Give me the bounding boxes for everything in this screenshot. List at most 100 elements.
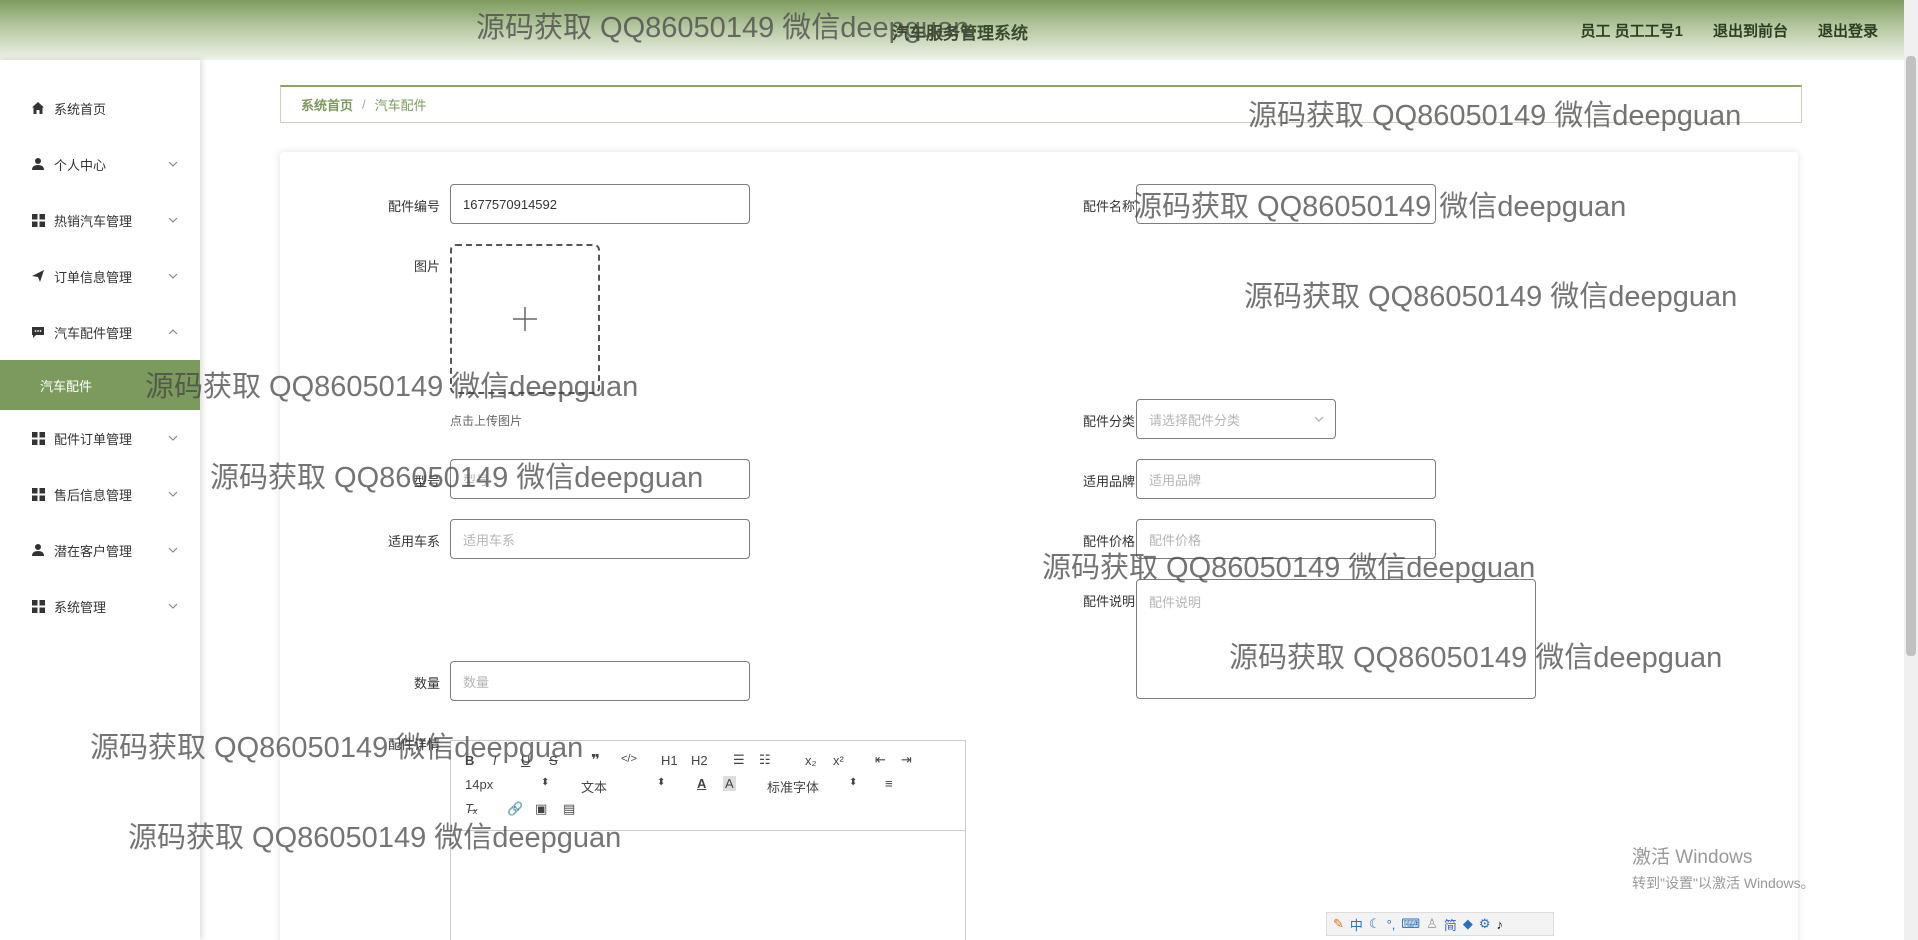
user-icon <box>30 156 46 172</box>
series-input[interactable]: 适用车系 <box>450 519 750 559</box>
sidebar-item-parts-mgmt[interactable]: 汽车配件管理 <box>0 304 200 360</box>
brand-label: 适用品牌 <box>1082 474 1135 489</box>
windows-activation-title: 激活 Windows <box>1632 847 1753 868</box>
chevron-down-icon <box>168 161 178 167</box>
keyboard-icon[interactable]: ⌨ <box>1401 916 1420 932</box>
price-label: 配件价格 <box>1082 534 1135 549</box>
underline-icon[interactable]: U <box>521 753 530 768</box>
link-icon[interactable]: 🔗 <box>507 801 523 817</box>
sidebar-subitem-parts[interactable]: 汽车配件 <box>0 360 200 410</box>
category-select[interactable]: 请选择配件分类 <box>1136 399 1336 439</box>
system-title: 汽车服务管理系统 <box>892 24 1028 43</box>
category-label: 配件分类 <box>1082 414 1135 429</box>
desc-textarea[interactable]: 配件说明 <box>1136 579 1536 699</box>
sidebar-item-label: 热销汽车管理 <box>54 213 133 229</box>
sidebar-item-system[interactable]: 系统管理 <box>0 578 200 634</box>
breadcrumb-home[interactable]: 系统首页 <box>301 95 353 114</box>
grid-icon <box>30 430 46 446</box>
subscript-icon[interactable]: x₂ <box>805 753 817 768</box>
chevron-down-icon <box>168 217 178 223</box>
blockquote-icon[interactable]: ❞ <box>591 751 600 769</box>
model-input[interactable]: 型号 <box>450 459 750 499</box>
chevron-down-icon <box>168 491 178 497</box>
category-placeholder: 请选择配件分类 <box>1149 412 1241 428</box>
background-color-icon[interactable]: A <box>723 776 736 791</box>
moon-icon[interactable]: ☾ <box>1369 916 1381 932</box>
chevron-updown-icon: ⬍ <box>849 777 858 788</box>
ime-mode[interactable]: 中 <box>1350 915 1363 934</box>
music-icon[interactable]: ♪ <box>1496 917 1503 932</box>
breadcrumb-separator: / <box>362 97 366 112</box>
ime-logo-icon[interactable]: ✎ <box>1333 916 1344 932</box>
back-to-front-link[interactable]: 退出到前台 <box>1713 20 1788 41</box>
font-color-icon[interactable]: A <box>697 776 706 791</box>
sidebar-item-label: 订单信息管理 <box>54 269 133 285</box>
strike-icon[interactable]: S <box>549 753 558 768</box>
part-no-input[interactable]: 1677570914592 <box>450 184 750 224</box>
code-icon[interactable]: </> <box>621 753 637 765</box>
image-upload[interactable] <box>450 244 600 394</box>
page-scrollbar[interactable] <box>1904 0 1918 940</box>
home-icon <box>30 100 46 116</box>
logout-link[interactable]: 退出登录 <box>1818 20 1878 41</box>
outdent-icon[interactable]: ⇤ <box>875 752 886 768</box>
grid-icon <box>30 598 46 614</box>
breadcrumb: 系统首页 / 汽车配件 <box>280 85 1802 123</box>
windows-activation-notice: 激活 Windows 转到"设置"以激活 Windows。 <box>1632 842 1815 893</box>
sidebar-item-part-orders[interactable]: 配件订单管理 <box>0 410 200 466</box>
chevron-updown-icon: ⬍ <box>541 777 550 788</box>
text-style-select[interactable]: 文本 <box>581 777 607 796</box>
superscript-icon[interactable]: x² <box>833 753 844 768</box>
image-label: 图片 <box>413 259 440 274</box>
part-no-label: 配件编号 <box>387 199 440 214</box>
chat-icon <box>30 324 46 340</box>
bullet-list-icon[interactable]: ☷ <box>759 752 771 768</box>
qty-label: 数量 <box>413 676 440 691</box>
grid-icon <box>30 212 46 228</box>
heading-2-button[interactable]: H2 <box>691 753 708 768</box>
sidebar-item-hot-cars[interactable]: 热销汽车管理 <box>0 192 200 248</box>
sidebar-item-orders[interactable]: 订单信息管理 <box>0 248 200 304</box>
heading-1-button[interactable]: H1 <box>661 753 678 768</box>
editor-toolbar: B I U S ❞ </> H1 H2 ☰ ☷ x₂ x² ⇤ ⇥ 14px ⬍… <box>451 741 965 831</box>
font-size-select[interactable]: 14px <box>465 777 493 792</box>
punctuation-icon[interactable]: °, <box>1387 917 1396 932</box>
ordered-list-icon[interactable]: ☰ <box>733 752 745 768</box>
align-icon[interactable]: ≡ <box>885 776 893 791</box>
sidebar-item-label: 售后信息管理 <box>54 487 133 503</box>
sidebar-item-prospects[interactable]: 潜在客户管理 <box>0 522 200 578</box>
sidebar: 系统首页 个人中心 热销汽车管理 订单信息管理 汽车配件管理 汽车配件 配件订单… <box>0 60 200 940</box>
sidebar-item-profile[interactable]: 个人中心 <box>0 136 200 192</box>
form-card: 配件编号 1677570914592 配件名称 图片 点击上传图片 配件分类 请… <box>280 152 1798 940</box>
current-user[interactable]: 员工 员工工号1 <box>1580 20 1683 41</box>
price-input[interactable]: 配件价格 <box>1136 519 1436 559</box>
header-actions: 员工 员工工号1 退出到前台 退出登录 <box>1580 20 1878 41</box>
clear-format-icon[interactable]: T̶ₓ <box>465 801 478 816</box>
indent-icon[interactable]: ⇥ <box>901 752 912 768</box>
ime-simplified[interactable]: 简 <box>1444 915 1457 934</box>
image-icon[interactable]: ▣ <box>535 801 547 817</box>
rich-text-editor: B I U S ❞ </> H1 H2 ☰ ☷ x₂ x² ⇤ ⇥ 14px ⬍… <box>450 740 966 940</box>
bold-icon[interactable]: B <box>465 753 474 768</box>
sidebar-item-home[interactable]: 系统首页 <box>0 80 200 136</box>
part-name-label: 配件名称 <box>1082 199 1135 214</box>
sidebar-item-label: 汽车配件管理 <box>54 325 133 341</box>
gear-icon[interactable]: ⚙ <box>1479 916 1491 932</box>
chevron-down-icon <box>168 603 178 609</box>
chevron-down-icon <box>168 435 178 441</box>
italic-icon[interactable]: I <box>493 753 497 768</box>
qty-input[interactable]: 数量 <box>450 661 750 701</box>
grid-icon <box>30 486 46 502</box>
skin-icon[interactable]: ◆ <box>1463 916 1473 932</box>
chevron-updown-icon: ⬍ <box>657 777 666 788</box>
upload-hint: 点击上传图片 <box>450 414 523 428</box>
plus-icon <box>513 307 537 331</box>
font-family-select[interactable]: 标准字体 <box>767 777 819 796</box>
sidebar-item-label: 个人中心 <box>54 157 107 173</box>
video-icon[interactable]: ▤ <box>563 801 575 817</box>
person-icon[interactable]: ♙ <box>1426 916 1438 932</box>
scrollbar-thumb[interactable] <box>1906 56 1916 656</box>
brand-input[interactable]: 适用品牌 <box>1136 459 1436 499</box>
sidebar-item-after-sales[interactable]: 售后信息管理 <box>0 466 200 522</box>
part-name-input[interactable] <box>1136 184 1436 224</box>
